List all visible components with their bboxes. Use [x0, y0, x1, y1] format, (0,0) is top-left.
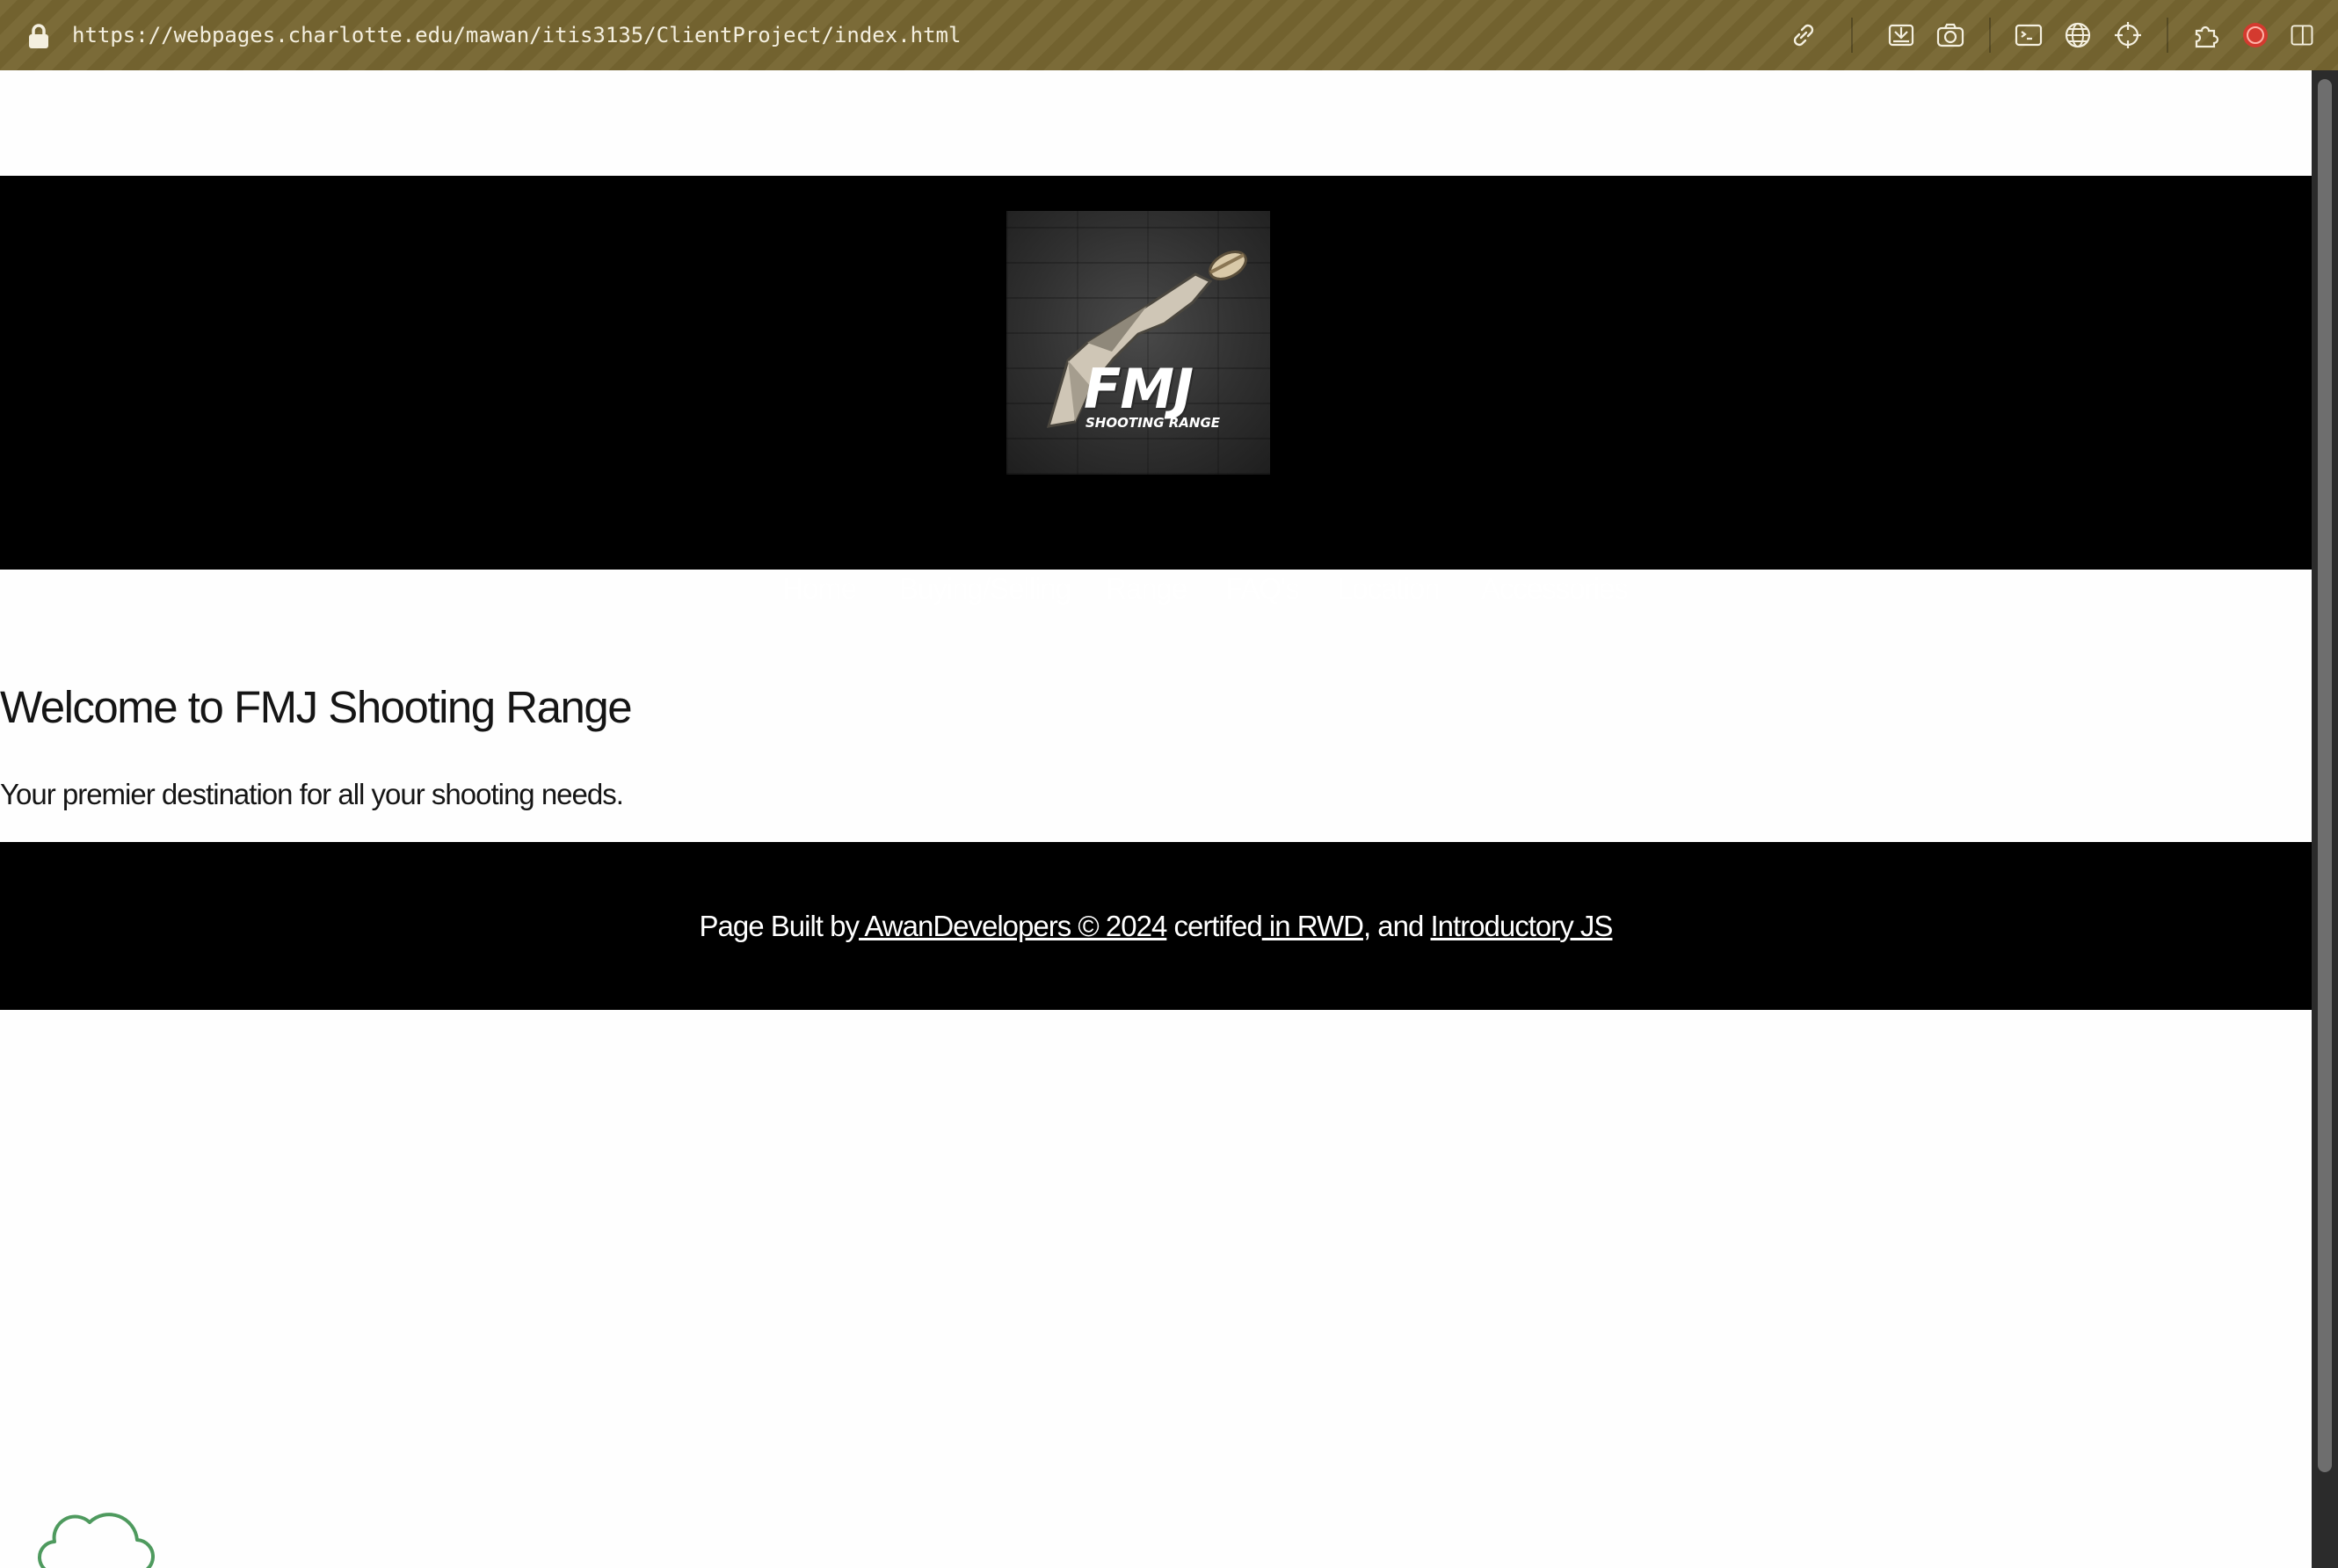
globe-icon[interactable]: [2062, 19, 2094, 51]
page-viewport: FMJ SHOOTING RANGE Home Buying/Selling R…: [0, 70, 2312, 1568]
page-tagline: Your premier destination for all your sh…: [0, 778, 624, 810]
camera-icon[interactable]: [1935, 19, 1966, 51]
extensions-icon[interactable]: [2190, 19, 2222, 51]
nav-range[interactable]: Range: [1106, 563, 1187, 615]
footer-developer-link[interactable]: AwanDevelopers © 2024: [859, 910, 1167, 943]
toolbar-separator: [1989, 18, 1991, 53]
footer-and-text: , and: [1362, 909, 1431, 942]
save-page-icon[interactable]: [1885, 19, 1917, 51]
nav-accessories[interactable]: Accessories: [1481, 563, 1629, 615]
link-icon[interactable]: [1788, 19, 1819, 51]
site-footer: Page Built by AwanDevelopers © 2024 cert…: [0, 842, 2312, 1010]
vertical-scrollbar[interactable]: [2312, 70, 2338, 1568]
cloud-icon[interactable]: [37, 1503, 155, 1568]
nav-home[interactable]: Home: [782, 563, 857, 615]
logo-subtitle: SHOOTING RANGE: [1086, 415, 1221, 431]
terminal-icon[interactable]: [2013, 19, 2044, 51]
scrollbar-thumb[interactable]: [2318, 79, 2332, 1472]
footer-prefix: Page Built by: [699, 909, 860, 942]
footer-js-link[interactable]: Introductory JS: [1431, 910, 1614, 943]
address-bar-url[interactable]: https://webpages.charlotte.edu/mawan/iti…: [72, 19, 961, 51]
pistol-icon: [1046, 250, 1247, 428]
main-nav: Home Buying/Selling Range FAQ's Location…: [0, 563, 2312, 615]
nav-faqs[interactable]: FAQ's: [1225, 563, 1300, 615]
toolbar-separator: [1851, 18, 1853, 53]
footer-credits: Page Built by AwanDevelopers © 2024 cert…: [0, 842, 2312, 1010]
sidebar-icon[interactable]: [2289, 19, 2315, 51]
nav-location[interactable]: Location: [1337, 563, 1441, 615]
footer-rwd-link[interactable]: in RWD: [1262, 910, 1364, 943]
site-header: FMJ SHOOTING RANGE Home Buying/Selling R…: [0, 176, 2312, 605]
toolbar-separator: [2167, 18, 2168, 53]
site-logo[interactable]: FMJ SHOOTING RANGE: [1006, 211, 1270, 475]
recording-icon[interactable]: [2240, 19, 2271, 51]
footer-certified-text: certifed: [1166, 909, 1262, 942]
page-title: Welcome to FMJ Shooting Range: [0, 682, 633, 732]
logo-title: FMJ: [1084, 357, 1194, 421]
lock-icon: [29, 24, 48, 48]
crosshair-icon[interactable]: [2112, 19, 2144, 51]
browser-toolbar: https://webpages.charlotte.edu/mawan/iti…: [0, 0, 2338, 70]
nav-buying-selling[interactable]: Buying/Selling: [899, 563, 1071, 615]
